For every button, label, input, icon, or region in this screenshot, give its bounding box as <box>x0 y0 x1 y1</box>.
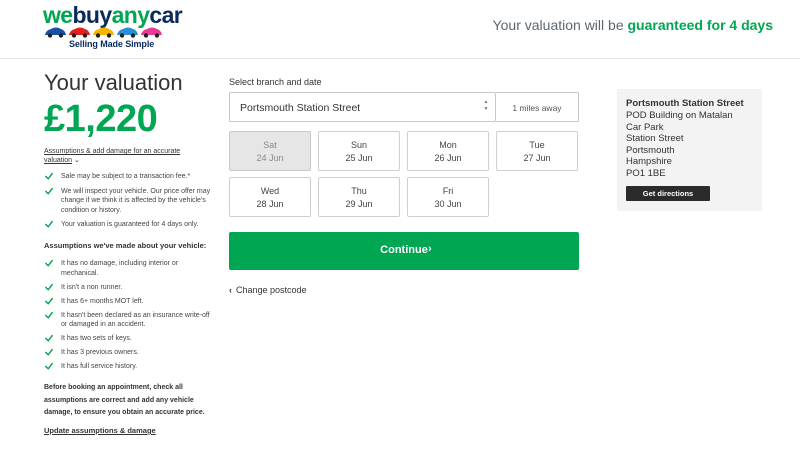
check-icon <box>45 297 53 305</box>
date-option-tue[interactable]: Tue 27 Jun <box>496 131 578 171</box>
check-icon <box>45 259 53 267</box>
list-item-text: It has 3 previous owners. <box>61 349 139 356</box>
date-day: Fri <box>442 186 454 196</box>
date-day: Mon <box>439 140 457 150</box>
list-item-text: It has no damage, including interior or … <box>61 260 179 277</box>
address-line: Station Street <box>626 133 684 144</box>
date-day: Sun <box>350 140 367 150</box>
check-icon <box>45 283 53 291</box>
logo-cars-icon <box>45 27 162 38</box>
list-item-text: It has full service history. <box>61 363 138 370</box>
select-arrows-icon: ▲ ▼ <box>483 99 489 112</box>
date-date: 27 Jun <box>523 153 551 163</box>
branch-select-value: Portsmouth Station Street <box>240 102 361 114</box>
date-option-thu[interactable]: Thu 29 Jun <box>318 177 400 217</box>
check-icon <box>45 187 53 195</box>
check-icon <box>45 220 53 228</box>
list-item: It hasn't been declared as an insurance … <box>44 311 214 330</box>
date-date: 30 Jun <box>434 199 462 209</box>
check-icon <box>45 362 53 370</box>
valuation-amount: £1,220 <box>44 98 158 140</box>
chevron-left-icon: ‹ <box>229 285 232 295</box>
check-icon <box>45 334 53 342</box>
valuation-notes-list: Sale may be subject to a transaction fee… <box>44 172 214 235</box>
branch-distance: 1 miles away <box>496 92 579 122</box>
webuyanycar-logo[interactable]: webuyanycar Selling Made Simple <box>43 3 183 53</box>
list-item: Your valuation is guaranteed for 4 days … <box>44 220 214 230</box>
date-date: 26 Jun <box>434 153 462 163</box>
list-item: We will inspect your vehicle. Our price … <box>44 187 214 216</box>
continue-label: Continue <box>380 244 428 256</box>
logo-car-icon <box>141 27 162 38</box>
branch-info-panel: Portsmouth Station Street POD Building o… <box>617 89 762 211</box>
branch-select[interactable]: Portsmouth Station Street ▲ ▼ <box>229 92 496 122</box>
site-header: webuyanycar Selling Made Simple Your val… <box>0 0 800 59</box>
date-date: 25 Jun <box>345 153 373 163</box>
logo-wordmark: webuyanycar <box>43 2 183 28</box>
chevron-down-icon: ⌄ <box>74 157 80 164</box>
date-option-sun[interactable]: Sun 25 Jun <box>318 131 400 171</box>
branch-name: Portsmouth Station Street <box>626 98 744 109</box>
address-line: POD Building on Matalan <box>626 110 733 121</box>
list-item-text: It has two sets of keys. <box>61 335 132 342</box>
list-item: It has 3 previous owners. <box>44 348 214 358</box>
date-day: Sat <box>263 140 277 150</box>
logo-car-icon <box>117 27 138 38</box>
address-line: PO1 1BE <box>626 167 666 179</box>
date-day: Tue <box>529 140 545 150</box>
assumptions-list: It has no damage, including interior or … <box>44 259 214 376</box>
date-option-wed[interactable]: Wed 28 Jun <box>229 177 311 217</box>
guarantee-highlight: guaranteed for 4 days <box>627 17 774 33</box>
logo-car-icon <box>93 27 114 38</box>
logo-tagline: Selling Made Simple <box>69 39 155 49</box>
logo-car-icon <box>69 27 90 38</box>
date-day: Wed <box>260 186 280 196</box>
list-item-text: It has 6+ months MOT left. <box>61 297 144 305</box>
update-assumptions-link[interactable]: Update assumptions & damage <box>44 426 156 435</box>
branch-address: POD Building on Matalan Car Park Station S… <box>626 110 733 179</box>
date-date: 28 Jun <box>256 199 284 209</box>
logo-car-icon <box>45 27 66 38</box>
select-branch-label: Select branch and date <box>229 77 322 87</box>
distance-text: 1 miles away <box>512 103 562 113</box>
date-date: 24 Jun <box>256 153 284 163</box>
assumptions-heading: Assumptions we've made about your vehicl… <box>44 241 207 250</box>
assumptions-dropdown-link[interactable]: Assumptions & add damage for an accurate… <box>44 147 204 165</box>
check-icon <box>45 348 53 356</box>
date-option-mon[interactable]: Mon 26 Jun <box>407 131 489 171</box>
list-item-text: Your valuation is guaranteed for 4 days … <box>61 221 199 228</box>
valuation-title: Your valuation <box>44 70 183 95</box>
date-option-fri[interactable]: Fri 30 Jun <box>407 177 489 217</box>
continue-button[interactable]: Continue › <box>229 232 579 270</box>
list-item-text: It isn't a non runner. <box>61 283 123 291</box>
check-icon <box>45 311 53 319</box>
chevron-right-icon: › <box>428 243 432 255</box>
get-directions-button[interactable]: Get directions <box>626 186 710 201</box>
list-item: It isn't a non runner. <box>44 283 214 293</box>
address-line: Hampshire <box>626 156 672 167</box>
list-item: It has two sets of keys. <box>44 334 214 344</box>
list-item: It has no damage, including interior or … <box>44 259 214 278</box>
guarantee-banner: Your valuation will be guaranteed for 4 … <box>492 17 774 33</box>
list-item: Sale may be subject to a transaction fee… <box>44 172 214 182</box>
change-postcode-link[interactable]: ‹ Change postcode <box>229 285 307 295</box>
address-line: Portsmouth <box>626 144 675 156</box>
date-option-sat: Sat 24 Jun <box>229 131 311 171</box>
check-icon <box>45 172 53 180</box>
before-booking-note: Before booking an appointment, check all… <box>44 384 205 416</box>
list-item-text: Sale may be subject to a transaction fee… <box>61 173 191 180</box>
address-line: Car Park <box>626 121 664 133</box>
date-day: Thu <box>351 186 367 196</box>
date-date: 29 Jun <box>345 199 373 209</box>
list-item-text: It hasn't been declared as an insurance … <box>61 311 210 329</box>
list-item: It has full service history. <box>44 362 214 372</box>
list-item: It has 6+ months MOT left. <box>44 297 214 307</box>
list-item-text: We will inspect your vehicle. Our price … <box>61 187 211 214</box>
